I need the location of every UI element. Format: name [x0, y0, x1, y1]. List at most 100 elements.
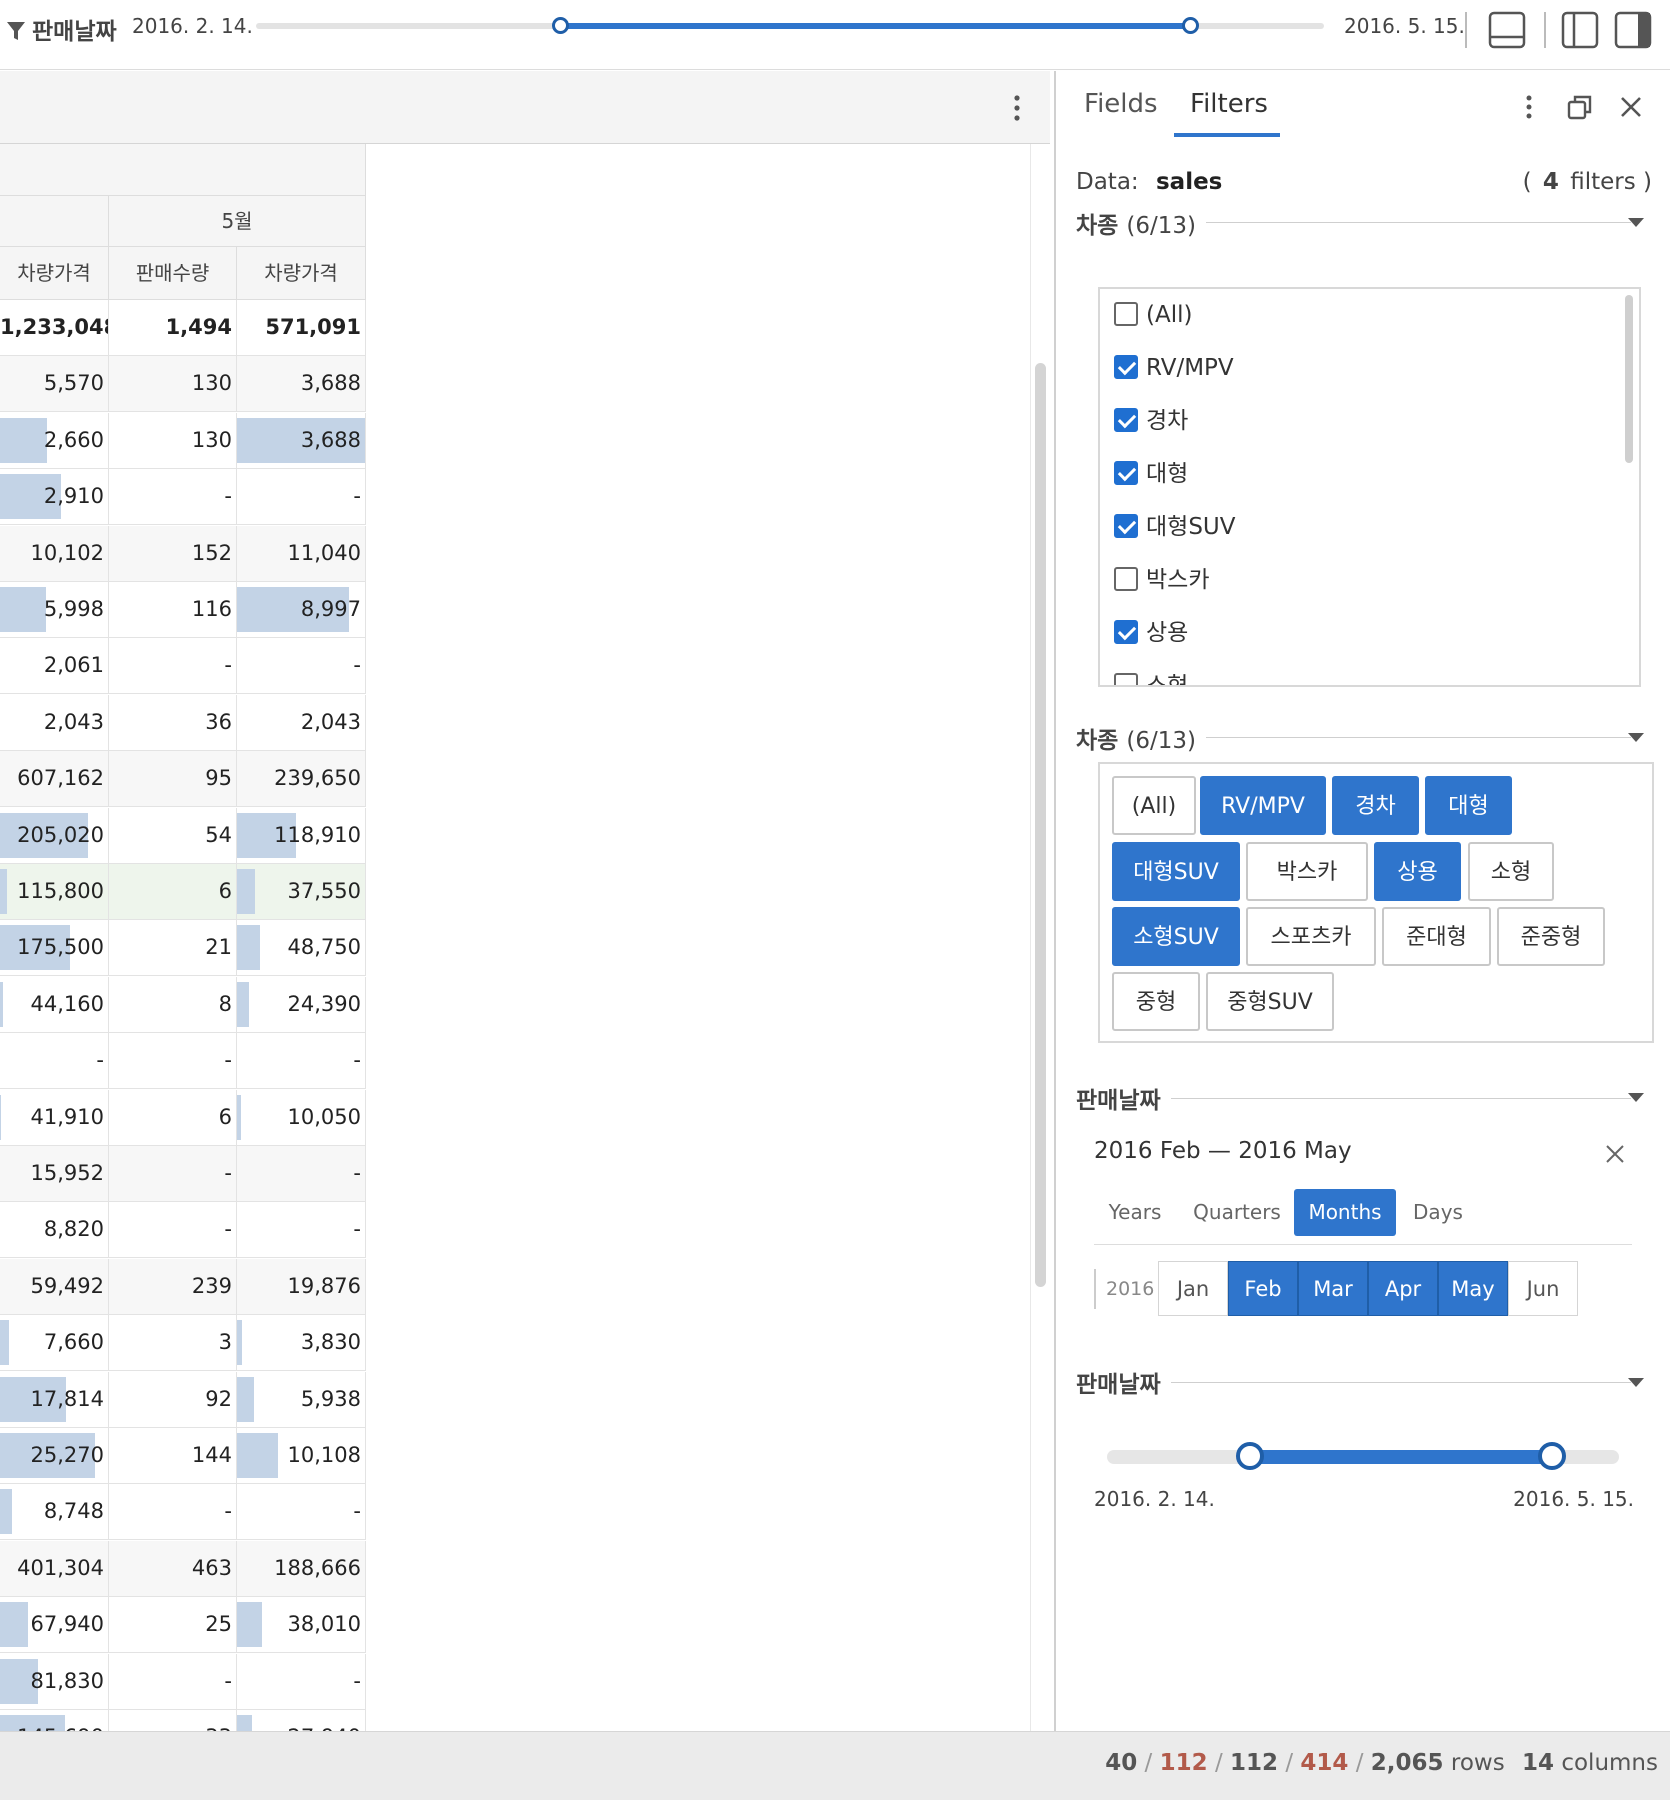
filter-title-sale-date-range[interactable]: 판매날짜	[1076, 1081, 1171, 1115]
table-cell[interactable]: 3,688	[237, 356, 366, 412]
date-slider-start-thumb[interactable]	[552, 17, 569, 34]
table-cell[interactable]: 15,952	[0, 1146, 109, 1201]
table-cell[interactable]: 92	[109, 1371, 237, 1427]
filter-chip[interactable]: 소형SUV	[1112, 907, 1240, 966]
table-cell[interactable]: 8,820	[0, 1202, 109, 1258]
checklist-scrollbar[interactable]	[1625, 295, 1633, 463]
checklist-item[interactable]: (All)	[1114, 295, 1192, 335]
table-cell[interactable]: 118,910	[237, 807, 366, 863]
table-cell[interactable]: 44,160	[0, 976, 109, 1032]
checkbox-checked[interactable]	[1114, 620, 1138, 644]
table-cell[interactable]: 8,748	[0, 1484, 109, 1540]
table-cell[interactable]: 41,910	[0, 1089, 109, 1145]
table-row[interactable]: 401,304 463 188,666	[0, 1540, 366, 1597]
layout-right-panel-icon[interactable]	[1614, 11, 1652, 49]
month-cell[interactable]: May	[1438, 1261, 1508, 1316]
checklist-item[interactable]: 경차	[1114, 401, 1188, 441]
table-cell[interactable]: -	[109, 1484, 237, 1540]
layout-left-panel-icon[interactable]	[1561, 11, 1599, 49]
table-cell[interactable]: 1,494	[109, 300, 237, 355]
clear-range-icon[interactable]	[1604, 1143, 1626, 1165]
table-cell[interactable]: 2,043	[0, 694, 109, 750]
checkbox-checked[interactable]	[1114, 408, 1138, 432]
table-cell[interactable]: 3,688	[237, 412, 366, 468]
table-cell[interactable]: 239,650	[237, 751, 366, 807]
table-cell[interactable]: -	[109, 1202, 237, 1258]
filter-title-car-type-list[interactable]: 차종 (6/13)	[1076, 206, 1206, 240]
checkbox-checked[interactable]	[1114, 461, 1138, 485]
table-cell[interactable]: 48,750	[237, 920, 366, 976]
table-cell[interactable]: -	[109, 1653, 237, 1709]
checkbox-checked[interactable]	[1114, 514, 1138, 538]
popout-window-icon[interactable]	[1566, 93, 1594, 121]
table-cell[interactable]: 2,061	[0, 638, 109, 694]
table-cell[interactable]: 27,940	[237, 1710, 366, 1731]
table-cell[interactable]: -	[237, 1146, 366, 1201]
table-cell[interactable]: -	[237, 1202, 366, 1258]
checkbox-unchecked[interactable]	[1114, 302, 1138, 326]
filter-chip[interactable]: 상용	[1374, 842, 1461, 901]
filter-chip[interactable]: 경차	[1332, 776, 1419, 835]
more-vertical-icon[interactable]	[1005, 93, 1029, 123]
chevron-down-icon[interactable]	[1628, 1093, 1644, 1102]
table-cell[interactable]: 152	[109, 525, 237, 581]
table-row[interactable]: 5,570 130 3,688	[0, 356, 366, 413]
granularity-months[interactable]: Months	[1294, 1189, 1396, 1236]
table-row[interactable]: 2,061 - -	[0, 638, 366, 695]
table-row[interactable]: 1,233,048 1,494 571,091	[0, 300, 366, 356]
chevron-down-icon[interactable]	[1628, 1378, 1644, 1387]
chevron-down-icon[interactable]	[1628, 733, 1644, 742]
table-row[interactable]: 5,998 116 8,997	[0, 582, 366, 638]
table-cell[interactable]: -	[237, 469, 366, 525]
table-cell[interactable]: 401,304	[0, 1540, 109, 1596]
chevron-down-icon[interactable]	[1628, 218, 1644, 227]
table-cell[interactable]: 3,830	[237, 1315, 366, 1371]
table-cell[interactable]: 463	[109, 1540, 237, 1596]
table-cell[interactable]: 10,050	[237, 1089, 366, 1145]
pivot-col-header[interactable]: 차량가격	[237, 247, 366, 300]
table-cell[interactable]: -	[0, 1033, 109, 1089]
table-cell[interactable]: 1,233,048	[0, 300, 109, 355]
checkbox-unchecked[interactable]	[1114, 567, 1138, 591]
month-cell[interactable]: Apr	[1368, 1261, 1438, 1316]
layout-bottom-panel-icon[interactable]	[1488, 11, 1526, 49]
table-cell[interactable]: 2,043	[237, 694, 366, 750]
checklist-item[interactable]: 소형	[1114, 666, 1188, 685]
table-cell[interactable]: 130	[109, 356, 237, 412]
table-cell[interactable]: 36	[109, 694, 237, 750]
table-row[interactable]: 59,492 239 19,876	[0, 1258, 366, 1315]
table-cell[interactable]: 2,660	[0, 412, 109, 468]
date-range-slider-start-thumb[interactable]	[1236, 1442, 1265, 1470]
table-cell[interactable]: 7,660	[0, 1315, 109, 1371]
tab-filters[interactable]: Filters	[1190, 89, 1268, 119]
granularity-days[interactable]: Days	[1400, 1189, 1476, 1236]
table-row[interactable]: 607,162 95 239,650	[0, 751, 366, 808]
table-cell[interactable]: 116	[109, 582, 237, 637]
table-row[interactable]: 8,748 - -	[0, 1484, 366, 1541]
table-cell[interactable]: 188,666	[237, 1540, 366, 1596]
table-row[interactable]: 145,6903327,940	[0, 1710, 366, 1731]
table-cell[interactable]: 239	[109, 1258, 237, 1314]
table-row[interactable]: 15,952 - -	[0, 1146, 366, 1202]
table-cell[interactable]: -	[237, 1033, 366, 1089]
table-row[interactable]: 41,910 6 10,050	[0, 1089, 366, 1146]
filter-chip[interactable]: 준대형	[1382, 907, 1491, 966]
table-row[interactable]: 17,814 92 5,938	[0, 1371, 366, 1428]
table-cell[interactable]: 25	[109, 1597, 237, 1653]
table-cell[interactable]: 38,010	[237, 1597, 366, 1653]
table-row[interactable]: 175,500 21 48,750	[0, 920, 366, 977]
table-cell[interactable]: 571,091	[237, 300, 366, 355]
table-cell[interactable]: -	[109, 1146, 237, 1201]
table-row[interactable]: 2,910 - -	[0, 469, 366, 526]
pivot-col-header[interactable]: 판매수량	[109, 247, 237, 300]
table-cell[interactable]: 17,814	[0, 1371, 109, 1427]
table-row[interactable]: 205,020 54 118,910	[0, 807, 366, 864]
table-row[interactable]: 44,160 8 24,390	[0, 976, 366, 1033]
table-cell[interactable]: 24,390	[237, 976, 366, 1032]
checkbox-unchecked[interactable]	[1114, 673, 1138, 685]
filter-title-car-type-chips[interactable]: 차종 (6/13)	[1076, 721, 1206, 755]
table-cell[interactable]: 205,020	[0, 807, 109, 863]
table-row[interactable]: 8,820 - -	[0, 1202, 366, 1259]
checklist-item[interactable]: 박스카	[1114, 560, 1209, 600]
close-icon[interactable]	[1617, 93, 1645, 121]
